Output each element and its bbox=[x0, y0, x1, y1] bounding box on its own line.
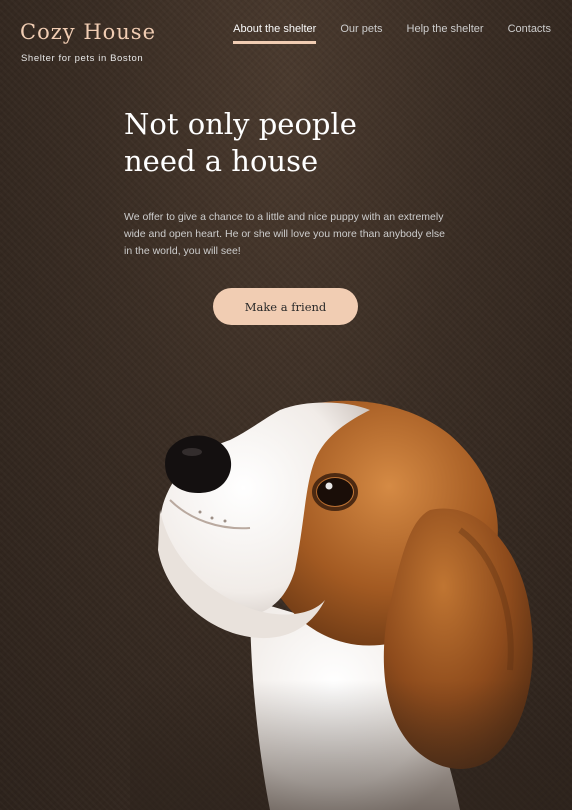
hero-title-line-1: Not only people bbox=[124, 107, 357, 141]
hero-title: Not only people need a house bbox=[124, 106, 384, 180]
nav-link-contacts[interactable]: Contacts bbox=[508, 23, 551, 44]
main-nav: About the shelter Our pets Help the shel… bbox=[233, 23, 551, 44]
logo-subtitle: Shelter for pets in Boston bbox=[21, 53, 144, 64]
logo[interactable]: Cozy House Shelter for pets in Boston bbox=[20, 20, 156, 64]
make-a-friend-button[interactable]: Make a friend bbox=[213, 288, 358, 325]
puppy-image bbox=[130, 400, 572, 810]
nav-link-help-the-shelter[interactable]: Help the shelter bbox=[407, 23, 484, 44]
hero-title-line-2: need a house bbox=[124, 144, 319, 178]
nav-link-our-pets[interactable]: Our pets bbox=[340, 23, 382, 44]
nav-link-about-the-shelter[interactable]: About the shelter bbox=[233, 23, 317, 44]
logo-title: Cozy House bbox=[20, 20, 156, 44]
hero-description: We offer to give a chance to a little an… bbox=[124, 211, 446, 257]
